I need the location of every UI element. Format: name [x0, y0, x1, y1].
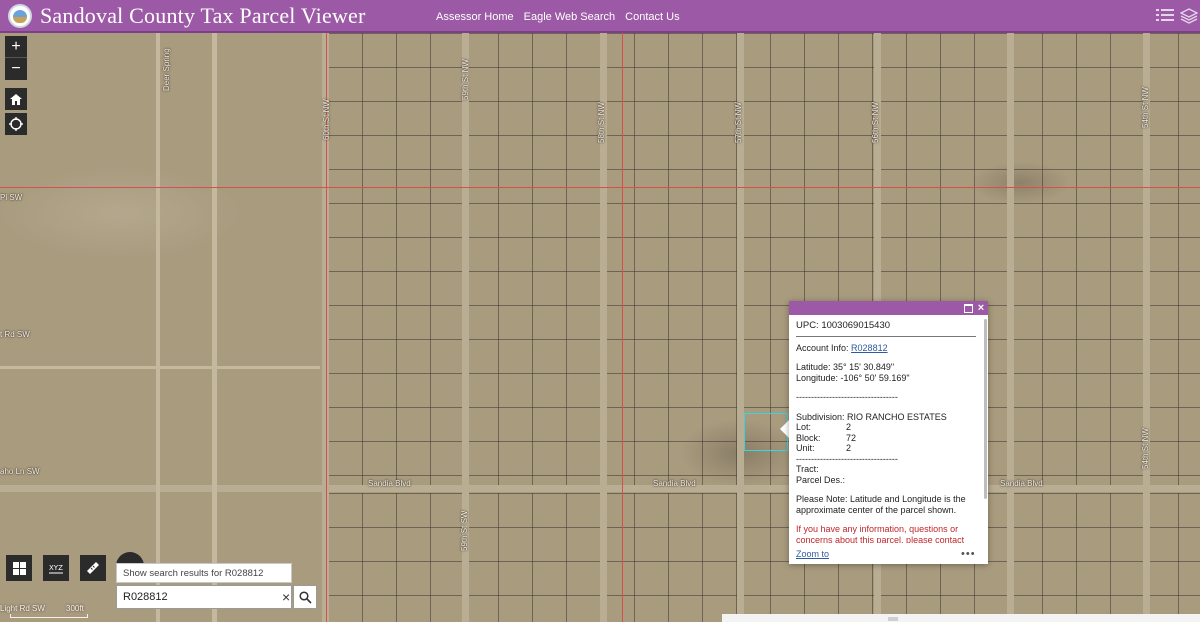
app-title: Sandoval County Tax Parcel Viewer	[40, 2, 366, 28]
basemap-gallery-icon	[12, 561, 26, 575]
coordinate-icon: XYZ	[49, 564, 63, 573]
locate-button[interactable]	[5, 113, 27, 135]
dirt-track	[0, 366, 320, 369]
lat-long-note: Please Note: Latitude and Longitude is t…	[796, 494, 966, 515]
dirt-track	[212, 33, 217, 622]
popup-content: UPC: 1003069015430 Account Info: R028812…	[796, 321, 976, 543]
latitude: Latitude: 35° 15' 30.849"	[796, 362, 895, 372]
street-label: 57th St NW	[734, 102, 743, 143]
unit-row: Unit: 2	[796, 443, 852, 453]
popup-footer: Zoom to	[796, 549, 976, 561]
boundary-line	[622, 33, 623, 622]
road-55th	[1007, 33, 1014, 622]
clear-search-button[interactable]: ×	[282, 589, 290, 605]
street-label: Sandia Blvd	[368, 479, 411, 488]
scale-label: 300ft	[66, 604, 84, 613]
street-label: 59th St SW	[460, 510, 469, 551]
street-label: 60th St NW	[322, 99, 331, 140]
search-button[interactable]	[293, 585, 317, 609]
longitude: Longitude: -106° 50' 59.169"	[796, 372, 910, 383]
county-logo-icon	[8, 3, 32, 28]
account-info: Account Info: R028812	[796, 342, 888, 353]
street-label: 58th St NW	[597, 102, 606, 143]
parcel-popup: × UPC: 1003069015430 Account Info: R0288…	[789, 301, 988, 564]
street-label: 54th St NW	[1141, 428, 1150, 469]
plus-icon: +	[11, 37, 21, 55]
street-label: 59th St NW	[461, 59, 470, 100]
layers-icon[interactable]	[1180, 8, 1198, 24]
search-box	[116, 585, 292, 609]
measure-icon	[87, 562, 99, 574]
zoom-to-link[interactable]: Zoom to	[796, 549, 829, 559]
search-input[interactable]	[117, 586, 279, 608]
boundary-line	[0, 187, 1200, 188]
dirt-track	[156, 33, 160, 622]
account-link[interactable]: R028812	[851, 343, 888, 353]
popup-scrollbar[interactable]	[984, 319, 987, 499]
svg-text:XYZ: XYZ	[49, 564, 63, 572]
street-label: 56th St NW	[871, 102, 880, 143]
street-label-bottom: Light Rd SW	[0, 604, 45, 613]
street-label: Sandia Blvd	[653, 479, 696, 488]
street-label: Pl SW	[0, 193, 23, 202]
street-label: 54th St NW	[1141, 87, 1150, 128]
close-popup-button[interactable]: ×	[975, 302, 987, 314]
tract: Tract:	[796, 464, 819, 474]
street-label: aho Ln SW	[0, 467, 40, 476]
coordinate-button[interactable]: XYZ	[43, 555, 69, 581]
maximize-popup-button[interactable]	[962, 302, 974, 314]
divider: ----------------------------------	[796, 392, 898, 402]
subdivision: Subdivision: RIO RANCHO ESTATES	[796, 411, 947, 422]
lot-row: Lot: 2	[796, 422, 852, 432]
search-icon	[298, 590, 312, 604]
street-label: t Rd SW	[0, 330, 30, 339]
app-header: Sandoval County Tax Parcel Viewer Assess…	[0, 0, 1200, 33]
block-row: Block: 72	[796, 432, 857, 443]
zoom-out-button[interactable]: −	[5, 58, 27, 80]
search-suggestion[interactable]: Show search results for R028812	[116, 563, 292, 583]
home-button[interactable]	[5, 88, 27, 110]
street-label: Sandia Blvd	[1000, 479, 1043, 488]
more-actions-button[interactable]: •••	[961, 548, 976, 560]
locate-icon	[9, 117, 23, 131]
parcel-description: Parcel Des.:	[796, 474, 846, 485]
header-nav: Assessor Home Eagle Web Search Contact U…	[436, 0, 680, 33]
contact-note: If you have any information, questions o…	[796, 524, 965, 543]
parcel-grid-south	[328, 493, 1200, 622]
popup-pointer	[780, 420, 789, 438]
upc-value: UPC: 1003069015430	[796, 321, 976, 337]
nav-contact-us[interactable]: Contact Us	[625, 11, 679, 23]
nav-assessor-home[interactable]: Assessor Home	[436, 11, 514, 23]
divider: ----------------------------------	[796, 453, 898, 464]
minus-icon: −	[11, 60, 21, 77]
basemap-gallery-button[interactable]	[6, 555, 32, 581]
street-label: Deer Spring	[162, 48, 171, 91]
attribution-bar	[722, 614, 1200, 622]
list-icon[interactable]	[1156, 8, 1174, 24]
popup-header: ×	[789, 301, 988, 315]
measure-button[interactable]	[80, 555, 106, 581]
nav-eagle-web-search[interactable]: Eagle Web Search	[524, 11, 616, 23]
scale-bar	[10, 614, 88, 618]
zoom-in-button[interactable]: +	[5, 36, 27, 58]
home-icon	[10, 93, 22, 105]
map-view[interactable]: Deer Spring 60th St NW 59th St NW 58th S…	[0, 33, 1200, 622]
